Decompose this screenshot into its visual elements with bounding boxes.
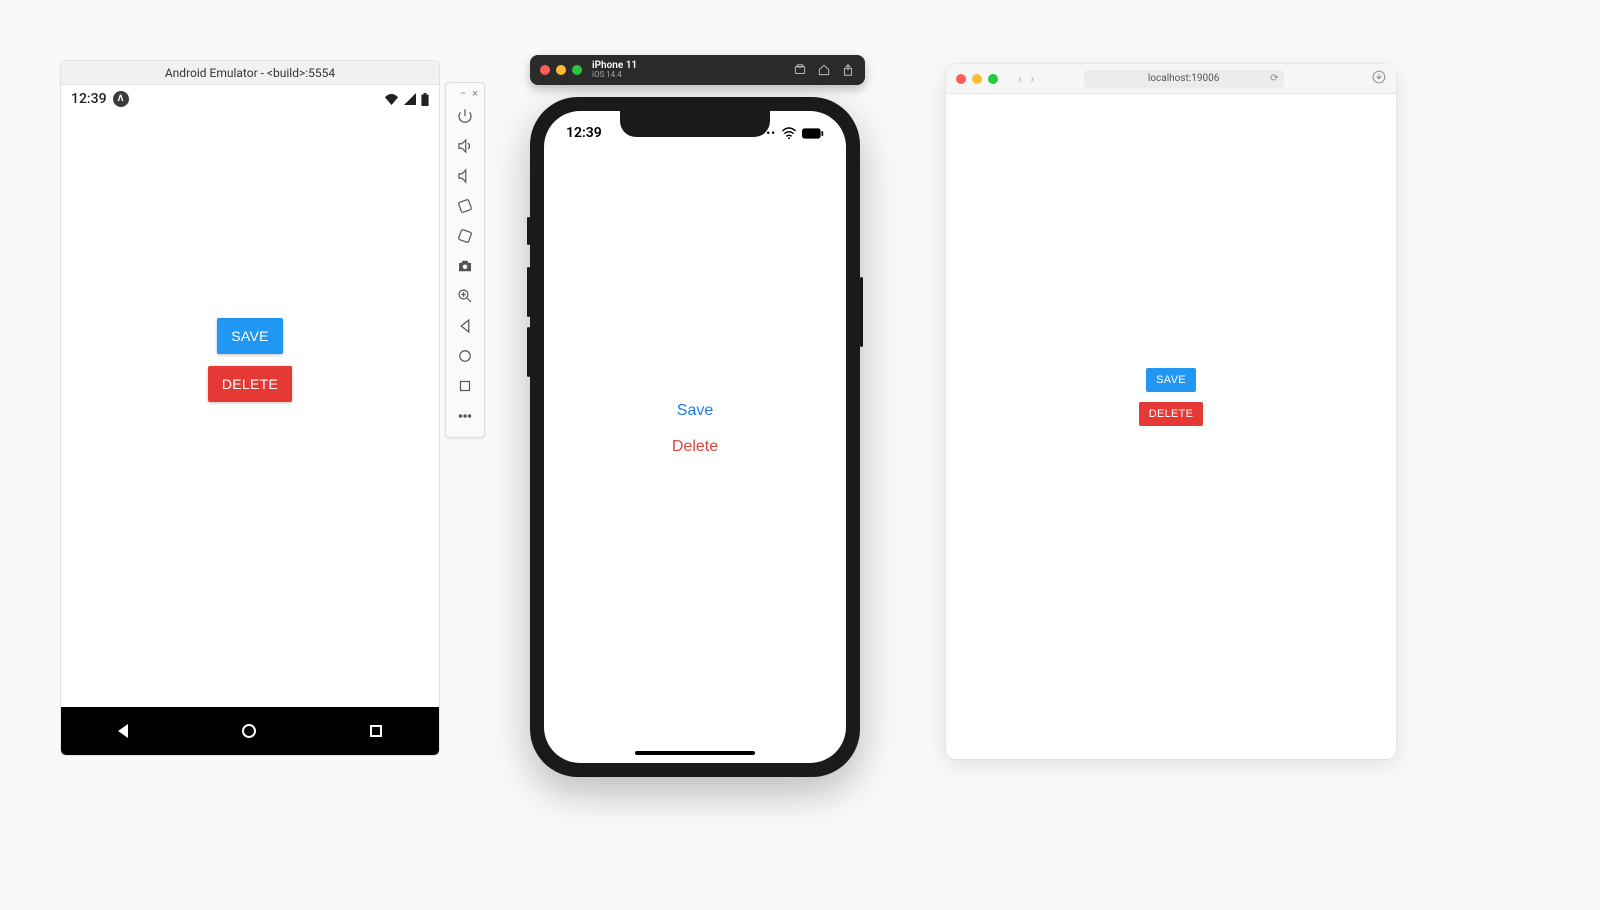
volume-up-btn [527,267,530,317]
delete-button[interactable]: DELETE [208,366,292,402]
save-button[interactable]: Save [677,402,713,420]
ios-simulator: iPhone 11 iOS 14.4 12:39 •••• Sa [530,55,865,777]
iphone-notch [620,111,770,137]
close-icon[interactable]: × [472,87,478,95]
ios-app-content: Save Delete [544,125,846,733]
android-overview-icon[interactable] [370,725,382,737]
android-home-icon[interactable] [242,724,256,738]
share-icon[interactable] [841,63,855,77]
overview-icon[interactable] [450,371,480,401]
home-icon[interactable] [450,341,480,371]
delete-button[interactable]: DELETE [1139,402,1204,426]
power-icon[interactable] [450,101,480,131]
volume-down-icon[interactable] [450,161,480,191]
android-emulator-toolbar: − × [445,82,485,438]
traffic-lights[interactable] [540,65,582,75]
android-screen: 12:39 Λ SAVE DELETE [60,84,440,756]
back-icon[interactable] [450,311,480,341]
more-icon[interactable] [450,401,480,431]
minimize-dot-icon[interactable] [556,65,566,75]
android-emulator: Android Emulator - <build>:5554 12:39 Λ … [60,60,440,756]
zoom-icon[interactable] [450,281,480,311]
power-btn [860,277,863,347]
android-app-content: SAVE DELETE [61,84,439,657]
android-nav-bar [61,707,439,755]
browser-window: ‹ › localhost:19006 ⟳ SAVE DELETE [946,64,1396,759]
save-button[interactable]: SAVE [1146,368,1196,392]
home-icon[interactable] [817,63,831,77]
maximize-dot-icon[interactable] [572,65,582,75]
delete-button[interactable]: Delete [672,438,718,456]
android-back-icon[interactable] [118,724,128,738]
save-button[interactable]: SAVE [217,318,283,354]
home-indicator[interactable] [635,751,755,755]
mute-switch [527,217,530,245]
android-window-title: Android Emulator - <build>:5554 [60,60,440,84]
rotate-left-icon[interactable] [450,191,480,221]
simulator-os-version: iOS 14.4 [592,71,637,80]
ios-simulator-titlebar: iPhone 11 iOS 14.4 [530,55,865,85]
rotate-right-icon[interactable] [450,221,480,251]
camera-icon[interactable] [450,251,480,281]
iphone-screen: 12:39 •••• Save Delete [544,111,846,763]
iphone-frame: 12:39 •••• Save Delete [530,97,860,777]
volume-down-btn [527,327,530,377]
screenshot-icon[interactable] [793,63,807,77]
close-dot-icon[interactable] [540,65,550,75]
minimize-icon[interactable]: − [460,87,466,95]
browser-app-content: SAVE DELETE [946,64,1396,729]
volume-up-icon[interactable] [450,131,480,161]
